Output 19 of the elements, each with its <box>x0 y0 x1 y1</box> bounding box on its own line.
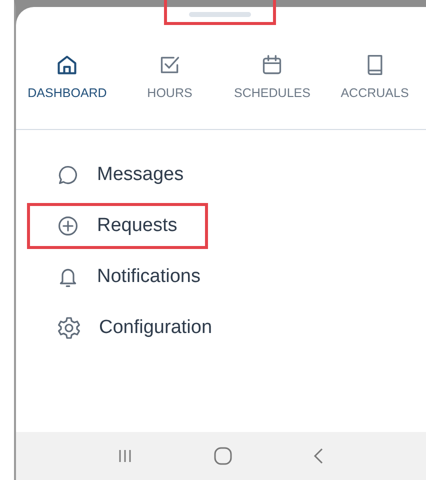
back-icon <box>313 448 326 464</box>
bell-icon <box>57 266 79 288</box>
settings-icon <box>57 316 81 340</box>
calendar-icon <box>261 54 284 76</box>
recent-apps-icon <box>116 448 133 464</box>
chat-icon <box>57 164 79 186</box>
checkbox-icon <box>158 54 181 76</box>
menu-item[interactable]: Messages <box>27 152 201 198</box>
menu-item[interactable]: Requests <box>27 203 208 249</box>
tab[interactable]: ACCRUALS <box>324 52 426 102</box>
tab[interactable]: HOURS <box>118 52 221 102</box>
home-button-icon <box>214 447 232 465</box>
tab[interactable]: SCHEDULES <box>221 52 324 102</box>
tab[interactable]: DASHBOARD <box>16 52 118 102</box>
menu-item[interactable]: Notifications <box>27 254 218 300</box>
add-icon <box>57 215 79 237</box>
menu-item[interactable]: Configuration <box>27 305 230 351</box>
home-icon <box>56 54 78 76</box>
drag-handle[interactable] <box>164 0 276 25</box>
